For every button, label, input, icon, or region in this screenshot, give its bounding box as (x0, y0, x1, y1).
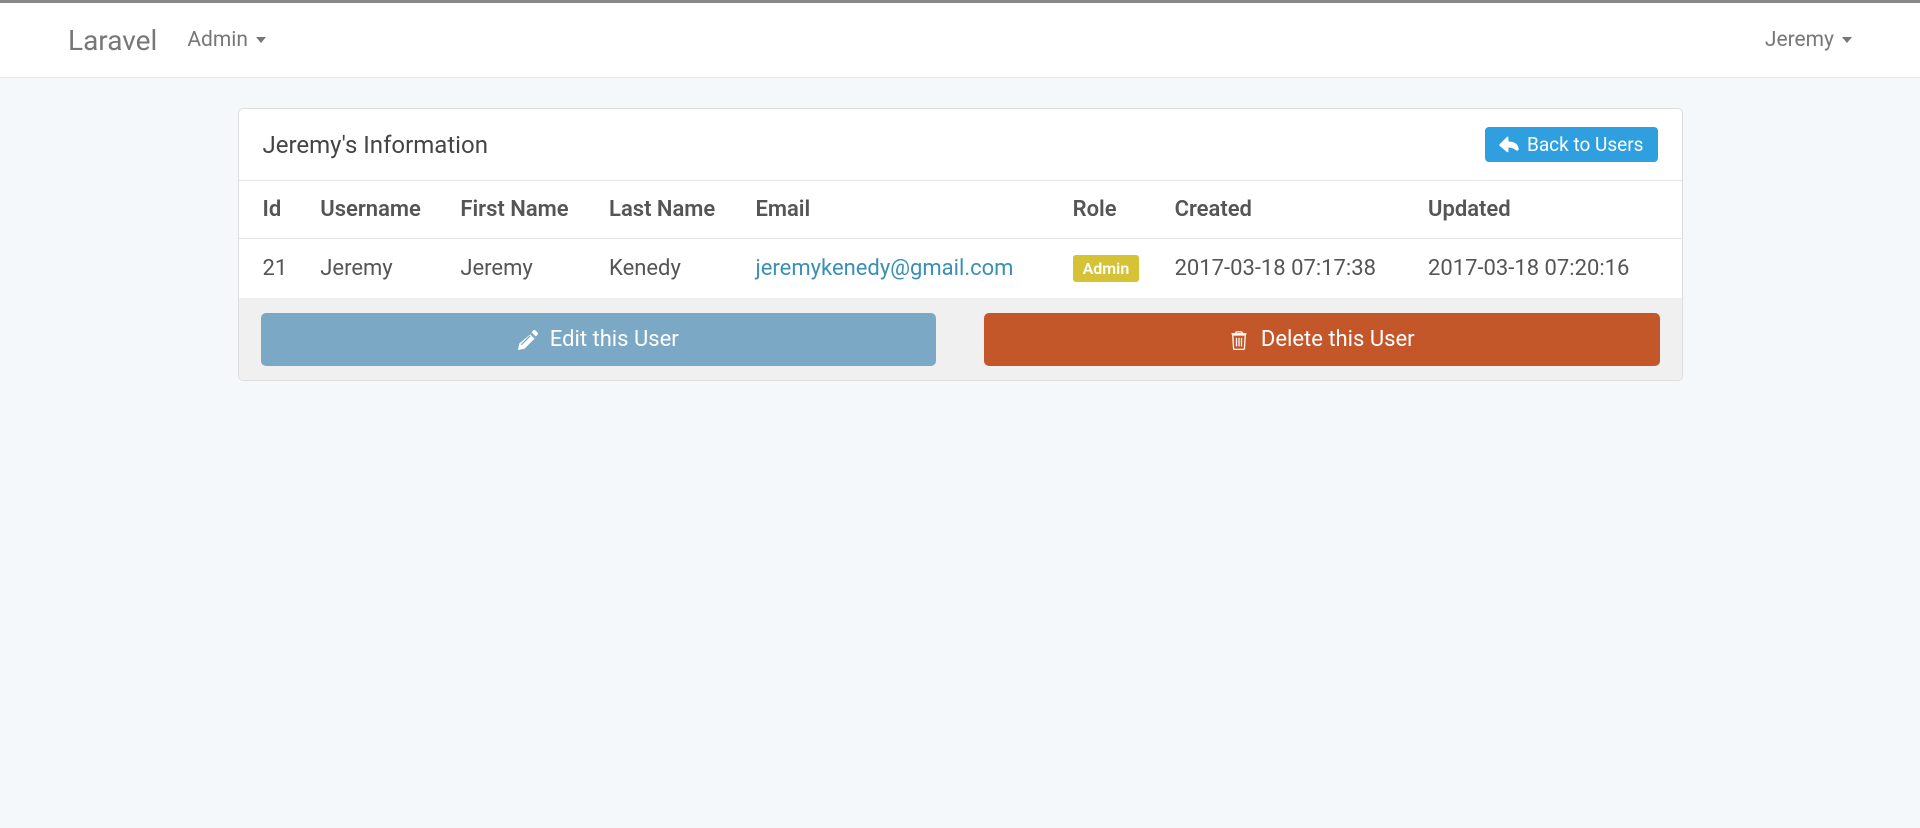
admin-dropdown[interactable]: Admin (187, 28, 266, 52)
trash-icon (1229, 330, 1249, 350)
delete-user-button[interactable]: Delete this User (984, 313, 1660, 366)
admin-dropdown-label: Admin (187, 28, 248, 52)
panel-title: Jeremy's Information (263, 131, 488, 159)
th-email: Email (755, 181, 1072, 239)
th-last-name: Last Name (609, 181, 755, 239)
caret-down-icon (1842, 37, 1852, 43)
cell-last-name: Kenedy (609, 239, 755, 299)
reply-icon (1499, 135, 1519, 155)
cell-created: 2017-03-18 07:17:38 (1175, 239, 1428, 299)
th-created: Created (1175, 181, 1428, 239)
table-header: Id Username First Name Last Name Email R… (239, 181, 1682, 239)
cell-first-name: Jeremy (460, 239, 609, 299)
th-username: Username (320, 181, 460, 239)
th-updated: Updated (1428, 181, 1682, 239)
cell-username: Jeremy (320, 239, 460, 299)
user-info-panel: Jeremy's Information Back to Users Id Us… (238, 108, 1683, 381)
role-badge: Admin (1073, 255, 1140, 282)
user-dropdown[interactable]: Jeremy (1765, 28, 1852, 52)
pencil-icon (518, 330, 538, 350)
cell-id: 21 (239, 239, 321, 299)
email-link[interactable]: jeremykenedy@gmail.com (755, 256, 1013, 281)
panel-footer: Edit this User Delete this User (239, 299, 1682, 380)
back-button-label: Back to Users (1527, 133, 1644, 156)
th-role: Role (1073, 181, 1175, 239)
edit-button-label: Edit this User (550, 327, 679, 352)
main-container: Jeremy's Information Back to Users Id Us… (238, 78, 1683, 411)
panel-heading: Jeremy's Information Back to Users (239, 109, 1682, 181)
cell-email: jeremykenedy@gmail.com (755, 239, 1072, 299)
th-first-name: First Name (460, 181, 609, 239)
th-id: Id (239, 181, 321, 239)
delete-button-label: Delete this User (1261, 327, 1415, 352)
navbar-right: Jeremy (1765, 28, 1900, 52)
user-dropdown-label: Jeremy (1765, 28, 1834, 52)
cell-role: Admin (1073, 239, 1175, 299)
edit-user-button[interactable]: Edit this User (261, 313, 937, 366)
navbar: Laravel Admin Jeremy (0, 0, 1920, 78)
navbar-left: Laravel Admin (20, 24, 266, 57)
table-row: 21 Jeremy Jeremy Kenedy jeremykenedy@gma… (239, 239, 1682, 299)
caret-down-icon (256, 37, 266, 43)
back-to-users-button[interactable]: Back to Users (1485, 127, 1658, 162)
user-table: Id Username First Name Last Name Email R… (239, 181, 1682, 299)
cell-updated: 2017-03-18 07:20:16 (1428, 239, 1682, 299)
brand-link[interactable]: Laravel (68, 24, 157, 57)
